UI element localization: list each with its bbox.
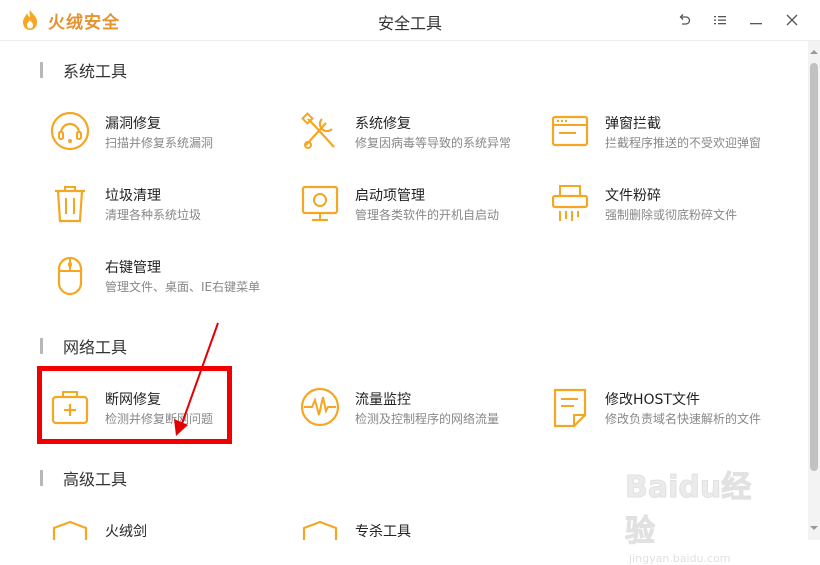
section-marker	[40, 62, 43, 78]
title-bar: 火绒安全 安全工具	[0, 0, 820, 41]
tool-name: 右键管理	[105, 260, 161, 276]
tool-name: 文件粉碎	[605, 188, 661, 204]
tool-desc: 检测及控制程序的网络流量	[355, 412, 500, 426]
shield-icon	[302, 520, 338, 540]
shredder-icon	[551, 185, 589, 221]
tool-name: 启动项管理	[355, 188, 425, 204]
scroll-thumb[interactable]	[810, 63, 818, 471]
section-system-tools: 系统工具	[40, 60, 128, 81]
traffic-pulse-icon	[300, 387, 340, 427]
tool-desc: 管理各类软件的开机自启动	[355, 208, 500, 222]
section-marker	[40, 338, 43, 354]
vertical-scrollbar[interactable]	[808, 41, 820, 540]
tool-popup-blocker[interactable]: 弹窗拦截 拦截程序推送的不受欢迎弹窗	[550, 111, 790, 161]
tool-name: 漏洞修复	[105, 116, 161, 132]
section-advanced-tools: 高级工具	[40, 468, 128, 489]
tool-name: 修改HOST文件	[605, 392, 700, 408]
menu-button[interactable]	[710, 10, 730, 30]
tool-special-killer[interactable]: 专杀工具	[300, 519, 540, 540]
baidu-watermark: Baidu经验 jingyan.baidu.com	[625, 462, 775, 565]
tool-name: 垃圾清理	[105, 188, 161, 204]
section-marker	[40, 470, 43, 486]
tools-wrench-icon	[301, 112, 335, 149]
tool-name: 弹窗拦截	[605, 116, 661, 132]
tool-desc: 修改负责域名快速解析的文件	[605, 412, 762, 426]
tool-system-repair[interactable]: 系统修复 修复因病毒等导致的系统异常	[300, 111, 540, 161]
tool-desc: 清理各种系统垃圾	[105, 208, 202, 222]
watermark-main: Baidu经验	[625, 470, 752, 550]
tool-file-shredder[interactable]: 文件粉碎 强制删除或彻底粉碎文件	[550, 183, 790, 233]
section-title: 网络工具	[63, 338, 128, 357]
window-title: 安全工具	[377, 14, 442, 33]
watermark-url: jingyan.baidu.com	[629, 552, 731, 565]
tool-desc: 强制删除或彻底粉碎文件	[605, 208, 738, 222]
menu-icon	[714, 16, 726, 25]
tool-startup-manager[interactable]: 启动项管理 管理各类软件的开机自启动	[300, 183, 540, 233]
popup-window-icon	[551, 115, 589, 147]
vulnerability-fix-icon	[50, 111, 90, 151]
tool-desc: 管理文件、桌面、IE右键菜单	[105, 280, 261, 294]
tool-name: 系统修复	[355, 116, 411, 132]
tool-desc: 拦截程序推送的不受欢迎弹窗	[605, 136, 762, 150]
tool-name: 专杀工具	[355, 524, 411, 540]
shield-icon	[52, 520, 88, 540]
minimize-icon	[750, 23, 762, 25]
scroll-down-icon[interactable]	[808, 523, 820, 533]
close-icon	[786, 14, 798, 26]
trash-icon	[55, 186, 85, 223]
tool-edit-hosts-file[interactable]: 修改HOST文件 修改负责域名快速解析的文件	[550, 387, 790, 437]
tool-desc: 扫描并修复系统漏洞	[105, 136, 214, 150]
tool-huorong-sword[interactable]: 火绒剑	[50, 519, 290, 540]
close-button[interactable]	[782, 10, 802, 30]
tool-name: 火绒剑	[105, 524, 147, 540]
tool-desc: 修复因病毒等导致的系统异常	[355, 136, 512, 150]
minimize-button[interactable]	[746, 10, 766, 30]
section-title: 系统工具	[63, 62, 128, 81]
tool-junk-cleanup[interactable]: 垃圾清理 清理各种系统垃圾	[50, 183, 290, 233]
section-title: 高级工具	[63, 470, 128, 489]
back-button[interactable]	[674, 10, 694, 30]
annotation-arrow-icon	[174, 322, 219, 436]
tool-vulnerability-fix[interactable]: 漏洞修复 扫描并修复系统漏洞	[50, 111, 290, 161]
section-network-tools: 网络工具	[40, 336, 128, 357]
scroll-up-icon[interactable]	[808, 47, 820, 57]
document-icon	[553, 388, 587, 428]
back-icon	[679, 14, 691, 25]
tool-name: 流量监控	[355, 392, 411, 408]
tool-traffic-monitor[interactable]: 流量监控 检测及控制程序的网络流量	[300, 387, 540, 437]
mouse-icon	[57, 256, 83, 296]
monitor-icon	[301, 185, 339, 222]
tool-context-menu-manager[interactable]: 右键管理 管理文件、桌面、IE右键菜单	[50, 255, 290, 305]
